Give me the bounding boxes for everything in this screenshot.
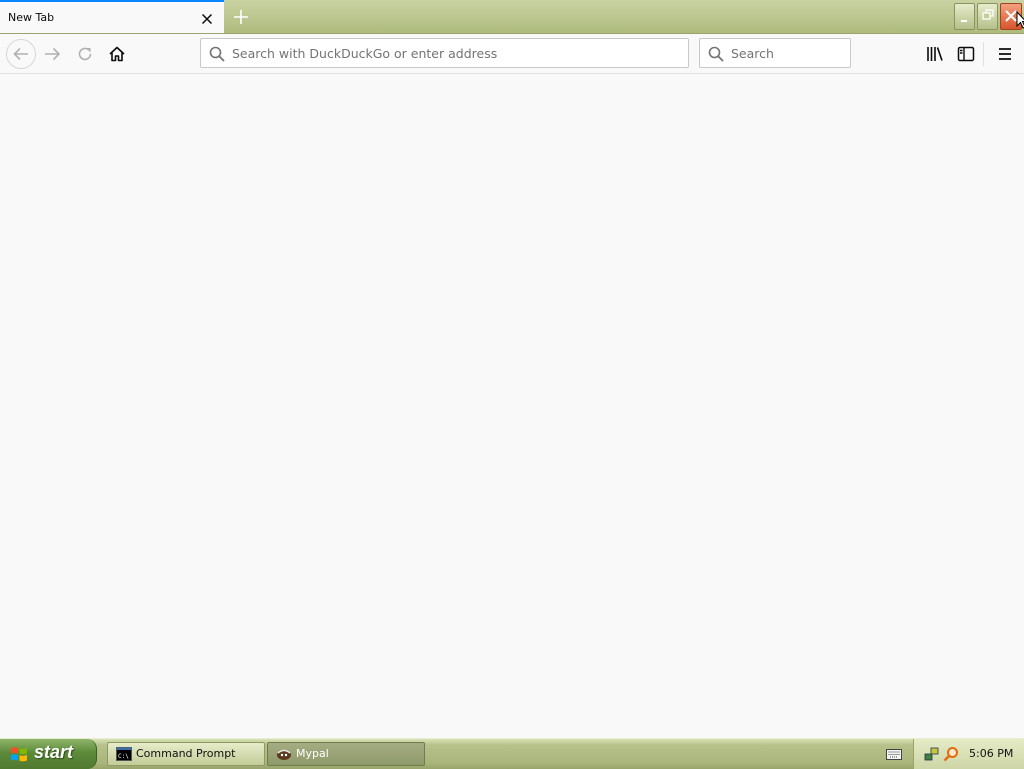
- minimize-button[interactable]: [954, 3, 975, 30]
- network-icon[interactable]: [924, 746, 940, 762]
- restore-icon: [982, 9, 994, 20]
- svg-text:C:\: C:\: [118, 753, 129, 760]
- keyboard-language-icon[interactable]: [886, 747, 902, 761]
- restore-button[interactable]: [977, 3, 998, 30]
- toolbar-separator: [983, 42, 984, 66]
- back-button[interactable]: [6, 39, 36, 69]
- address-input[interactable]: [232, 43, 682, 63]
- start-label: start: [34, 742, 74, 762]
- taskbar-clock: 5:06 PM: [969, 747, 1014, 760]
- search-icon: [209, 46, 225, 62]
- taskbar-item-mypal[interactable]: Mypal: [267, 742, 425, 766]
- windows-flag-icon: [11, 747, 27, 762]
- command-prompt-icon: C:\: [116, 747, 132, 761]
- tab-title: New Tab: [8, 11, 55, 24]
- minimize-icon: [961, 20, 967, 22]
- back-arrow-icon: [13, 47, 28, 61]
- mouse-cursor-icon: [1016, 11, 1024, 29]
- taskbar-item-label: Mypal: [296, 747, 329, 760]
- hamburger-menu-icon[interactable]: [993, 42, 1017, 66]
- page-content[interactable]: [0, 74, 1024, 738]
- tab-new-tab[interactable]: New Tab: [0, 0, 224, 33]
- sidebar-icon[interactable]: [954, 42, 978, 66]
- search-icon: [708, 46, 724, 62]
- taskbar: start C:\ Command Prompt Mypal 5:06 PM: [0, 738, 1024, 769]
- taskbar-item-label: Command Prompt: [136, 747, 236, 760]
- address-bar[interactable]: [200, 38, 689, 68]
- home-icon[interactable]: [105, 42, 129, 66]
- magnifier-icon[interactable]: [943, 746, 959, 762]
- search-input[interactable]: [731, 43, 843, 63]
- start-button[interactable]: start: [0, 739, 97, 769]
- new-tab-plus-icon[interactable]: [230, 6, 252, 28]
- close-tab-icon[interactable]: [199, 11, 215, 27]
- library-icon[interactable]: [923, 42, 947, 66]
- taskbar-item-command-prompt[interactable]: C:\ Command Prompt: [107, 742, 265, 766]
- nav-toolbar: [0, 34, 1024, 74]
- forward-arrow-icon[interactable]: [41, 42, 65, 66]
- tab-strip: New Tab: [0, 0, 1024, 34]
- system-tray: 5:06 PM: [913, 739, 1024, 769]
- mypal-browser-icon: [277, 749, 291, 760]
- reload-icon[interactable]: [73, 42, 97, 66]
- search-bar[interactable]: [699, 38, 851, 68]
